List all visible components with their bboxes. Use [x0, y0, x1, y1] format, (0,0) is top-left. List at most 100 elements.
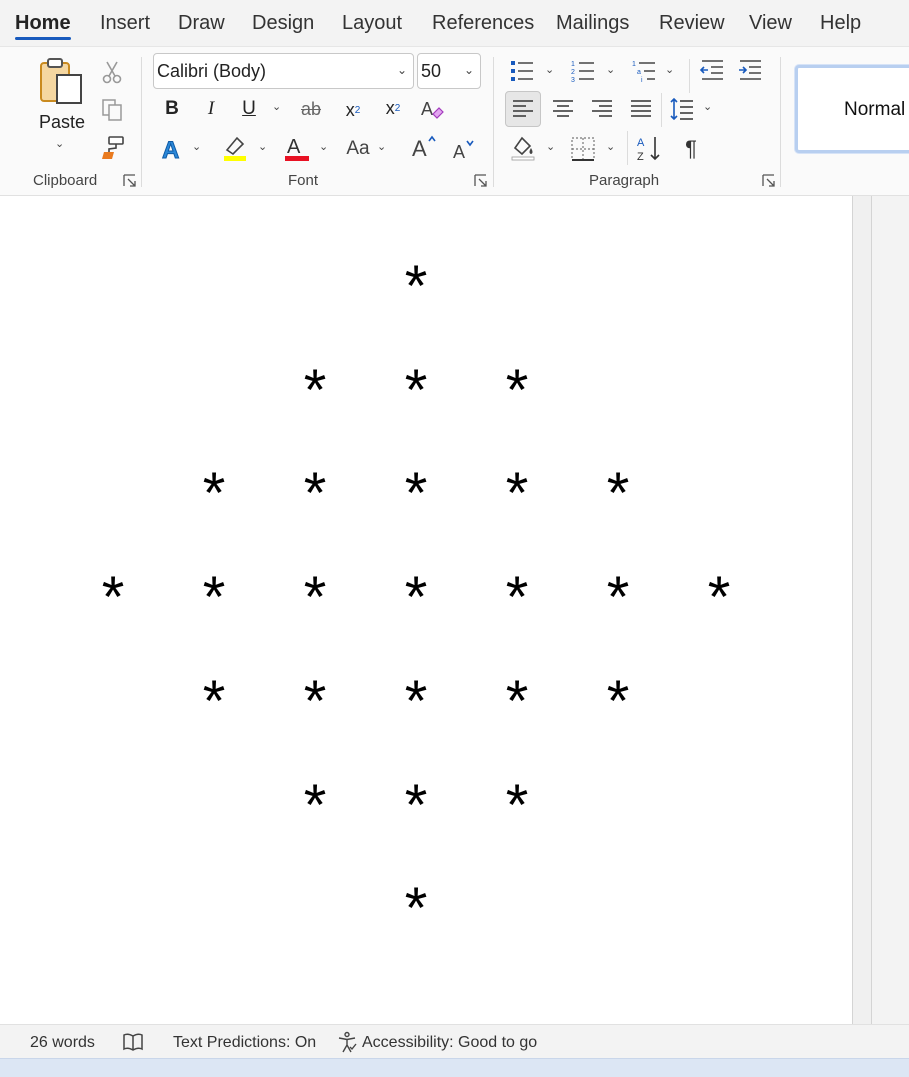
tab-view[interactable]: View	[749, 12, 792, 35]
taskbar-strip	[0, 1058, 909, 1077]
ribbon: Paste ⌄ Clipboard Calibri (Body) ⌄ 50 ⌄ …	[0, 46, 909, 196]
group-divider	[493, 57, 494, 187]
numbering-icon[interactable]: 123	[569, 57, 597, 85]
italic-icon[interactable]: I	[200, 97, 222, 121]
paragraph-group-label: Paragraph	[589, 172, 660, 189]
word-count[interactable]: 26 words	[30, 1034, 95, 1052]
multilevel-chevron-icon[interactable]: ⌄	[665, 63, 674, 76]
style-normal-label: Normal	[844, 99, 906, 120]
asterisk-char: *	[505, 461, 529, 527]
shading-chevron-icon[interactable]: ⌄	[546, 140, 555, 153]
asterisk-char: *	[505, 357, 529, 423]
grow-font-icon[interactable]: A	[410, 133, 438, 161]
asterisk-char: *	[404, 254, 428, 319]
shrink-font-icon[interactable]: A	[450, 135, 478, 163]
paste-dropdown-chevron-icon[interactable]: ⌄	[55, 137, 64, 150]
bold-icon[interactable]: B	[161, 97, 183, 121]
font-size-value: 50	[421, 61, 442, 81]
strikethrough-icon[interactable]: ab	[298, 97, 324, 121]
group-divider	[780, 57, 781, 187]
asterisk-char: *	[202, 668, 226, 734]
vertical-scrollbar[interactable]	[852, 196, 872, 1024]
bullets-icon[interactable]	[508, 57, 536, 85]
tab-review[interactable]: Review	[659, 12, 725, 35]
highlight-color-swatch	[224, 156, 246, 161]
sort-icon[interactable]: AZ	[634, 133, 664, 163]
document-page[interactable]: * * * * * * * * * * * * * * * * * * * * * * * * *	[0, 196, 852, 1024]
svg-text:2: 2	[571, 69, 575, 76]
font-name-chevron-icon[interactable]: ⌄	[397, 63, 407, 77]
asterisk-char: *	[303, 461, 327, 527]
underline-icon[interactable]: U	[238, 97, 260, 121]
font-size-chevron-icon[interactable]: ⌄	[464, 63, 474, 77]
highlight-chevron-icon[interactable]: ⌄	[258, 140, 267, 153]
accessibility-status[interactable]: Accessibility: Good to go	[362, 1034, 537, 1052]
text-effects-icon[interactable]: A	[158, 135, 186, 163]
group-divider	[141, 57, 142, 187]
font-color-icon[interactable]: A	[282, 133, 312, 163]
paragraph-divider	[661, 93, 662, 127]
bullets-chevron-icon[interactable]: ⌄	[545, 63, 554, 76]
status-bar: 26 words Text Predictions: On Accessibil…	[0, 1024, 909, 1058]
proofing-book-icon[interactable]	[121, 1031, 145, 1053]
shading-icon[interactable]	[508, 133, 538, 163]
align-center-icon[interactable]	[549, 95, 577, 123]
font-size-combobox[interactable]: 50 ⌄	[417, 53, 481, 89]
tab-help[interactable]: Help	[820, 12, 861, 35]
show-formatting-marks-icon[interactable]: ¶	[677, 135, 705, 163]
svg-text:3: 3	[571, 77, 575, 84]
tab-insert[interactable]: Insert	[100, 12, 150, 35]
svg-text:a: a	[637, 69, 641, 76]
font-color-chevron-icon[interactable]: ⌄	[319, 140, 328, 153]
asterisk-char: *	[505, 668, 529, 734]
multilevel-list-icon[interactable]: 1ai	[630, 57, 658, 85]
borders-icon[interactable]	[569, 135, 597, 163]
tab-layout[interactable]: Layout	[342, 12, 402, 35]
subscript-icon[interactable]: x2	[340, 97, 366, 123]
accessibility-icon[interactable]	[335, 1030, 359, 1054]
asterisk-char: *	[202, 461, 226, 527]
font-name-combobox[interactable]: Calibri (Body) ⌄	[153, 53, 414, 89]
asterisk-char: *	[404, 772, 428, 838]
increase-indent-icon[interactable]	[736, 57, 764, 85]
document-area: * * * * * * * * * * * * * * * * * * * * * * * * *	[0, 196, 909, 1024]
change-case-chevron-icon[interactable]: ⌄	[377, 140, 386, 153]
paragraph-dialog-launcher-icon[interactable]	[762, 174, 775, 187]
cut-icon[interactable]	[100, 59, 124, 85]
tab-home[interactable]: Home	[15, 12, 71, 35]
tab-references[interactable]: References	[432, 12, 534, 35]
tab-design[interactable]: Design	[252, 12, 314, 35]
borders-chevron-icon[interactable]: ⌄	[606, 140, 615, 153]
align-left-icon[interactable]	[505, 91, 541, 127]
numbering-chevron-icon[interactable]: ⌄	[606, 63, 615, 76]
paste-button[interactable]: Paste	[39, 112, 85, 133]
align-right-icon[interactable]	[588, 95, 616, 123]
font-color-swatch	[285, 156, 309, 161]
clipboard-group-label: Clipboard	[33, 172, 98, 189]
ribbon-tabs: Home Insert Draw Design Layout Reference…	[0, 0, 909, 46]
change-case-icon[interactable]: Aa	[343, 137, 373, 161]
format-painter-icon[interactable]	[100, 135, 126, 161]
justify-icon[interactable]	[627, 95, 655, 123]
clipboard-dialog-launcher-icon[interactable]	[123, 174, 136, 187]
line-spacing-icon[interactable]	[668, 95, 696, 123]
decrease-indent-icon[interactable]	[698, 57, 726, 85]
style-normal-tile[interactable]: Normal	[795, 65, 909, 153]
font-dialog-launcher-icon[interactable]	[474, 174, 487, 187]
tab-mailings[interactable]: Mailings	[556, 12, 629, 35]
paragraph-divider	[627, 131, 628, 165]
copy-icon[interactable]	[100, 97, 124, 123]
superscript-icon[interactable]: x2	[380, 95, 406, 121]
text-predictions-status[interactable]: Text Predictions: On	[173, 1034, 316, 1052]
asterisk-char: *	[303, 357, 327, 423]
line-spacing-chevron-icon[interactable]: ⌄	[703, 100, 712, 113]
paste-icon[interactable]	[36, 57, 88, 107]
svg-text:i: i	[641, 77, 643, 84]
clear-formatting-icon[interactable]: A	[418, 95, 446, 123]
font-group-label: Font	[288, 172, 319, 189]
underline-chevron-icon[interactable]: ⌄	[272, 100, 281, 113]
text-effects-chevron-icon[interactable]: ⌄	[192, 140, 201, 153]
text-highlight-color-icon[interactable]	[220, 133, 250, 163]
font-name-value: Calibri (Body)	[157, 61, 267, 81]
tab-draw[interactable]: Draw	[178, 12, 225, 35]
